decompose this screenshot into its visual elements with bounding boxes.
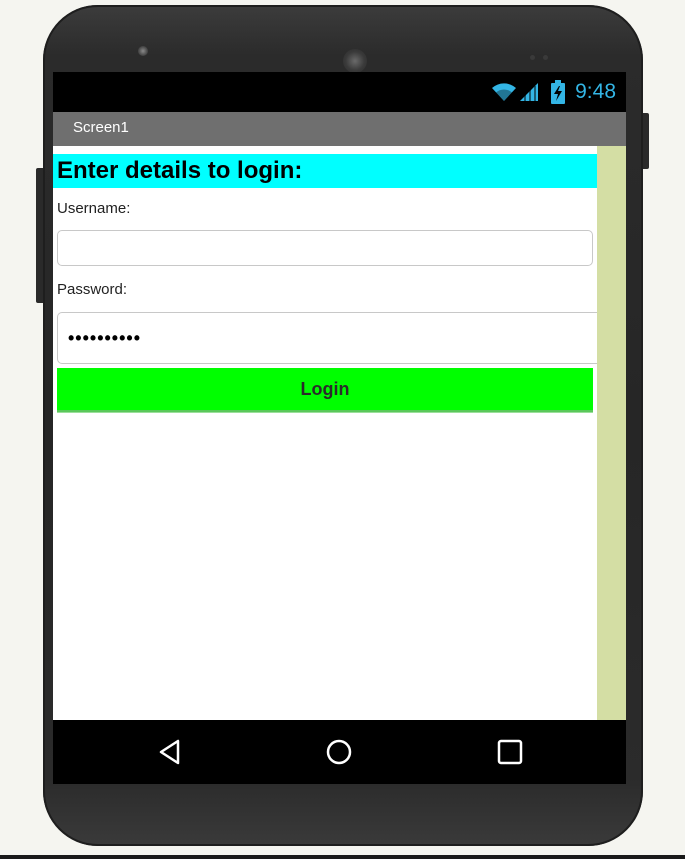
wifi-icon	[491, 82, 517, 102]
bottom-divider	[0, 855, 685, 859]
username-label: Username:	[57, 200, 131, 217]
phone-screen: 9:48 Screen1 Enter details to login: Use…	[53, 72, 626, 784]
back-icon	[159, 739, 180, 765]
earpiece-speaker-icon	[343, 49, 367, 73]
login-button[interactable]: Login	[57, 368, 593, 412]
login-heading: Enter details to login:	[53, 154, 597, 188]
recents-button[interactable]	[492, 734, 528, 770]
username-input[interactable]	[57, 230, 593, 266]
battery-charging-icon	[551, 80, 566, 104]
app-title-bar: Screen1	[53, 112, 626, 146]
emulator-stage: 9:48 Screen1 Enter details to login: Use…	[0, 0, 685, 859]
front-camera-icon	[138, 46, 148, 56]
status-bar: 9:48	[53, 72, 626, 112]
navigation-bar	[53, 720, 626, 784]
home-button[interactable]	[321, 734, 357, 770]
back-button[interactable]	[152, 734, 188, 770]
screen-title: Screen1	[73, 119, 129, 136]
home-icon	[326, 739, 352, 765]
status-clock: 9:48	[575, 80, 616, 103]
recents-icon	[497, 739, 523, 765]
password-label: Password:	[57, 281, 128, 298]
status-icons: 9:48	[491, 78, 616, 106]
sensor-dots	[530, 47, 570, 60]
password-input[interactable]	[57, 312, 602, 364]
screen-content: Enter details to login: Username: Passwo…	[53, 146, 602, 720]
signal-icon	[519, 82, 539, 102]
scrollbar-track[interactable]	[597, 146, 626, 720]
